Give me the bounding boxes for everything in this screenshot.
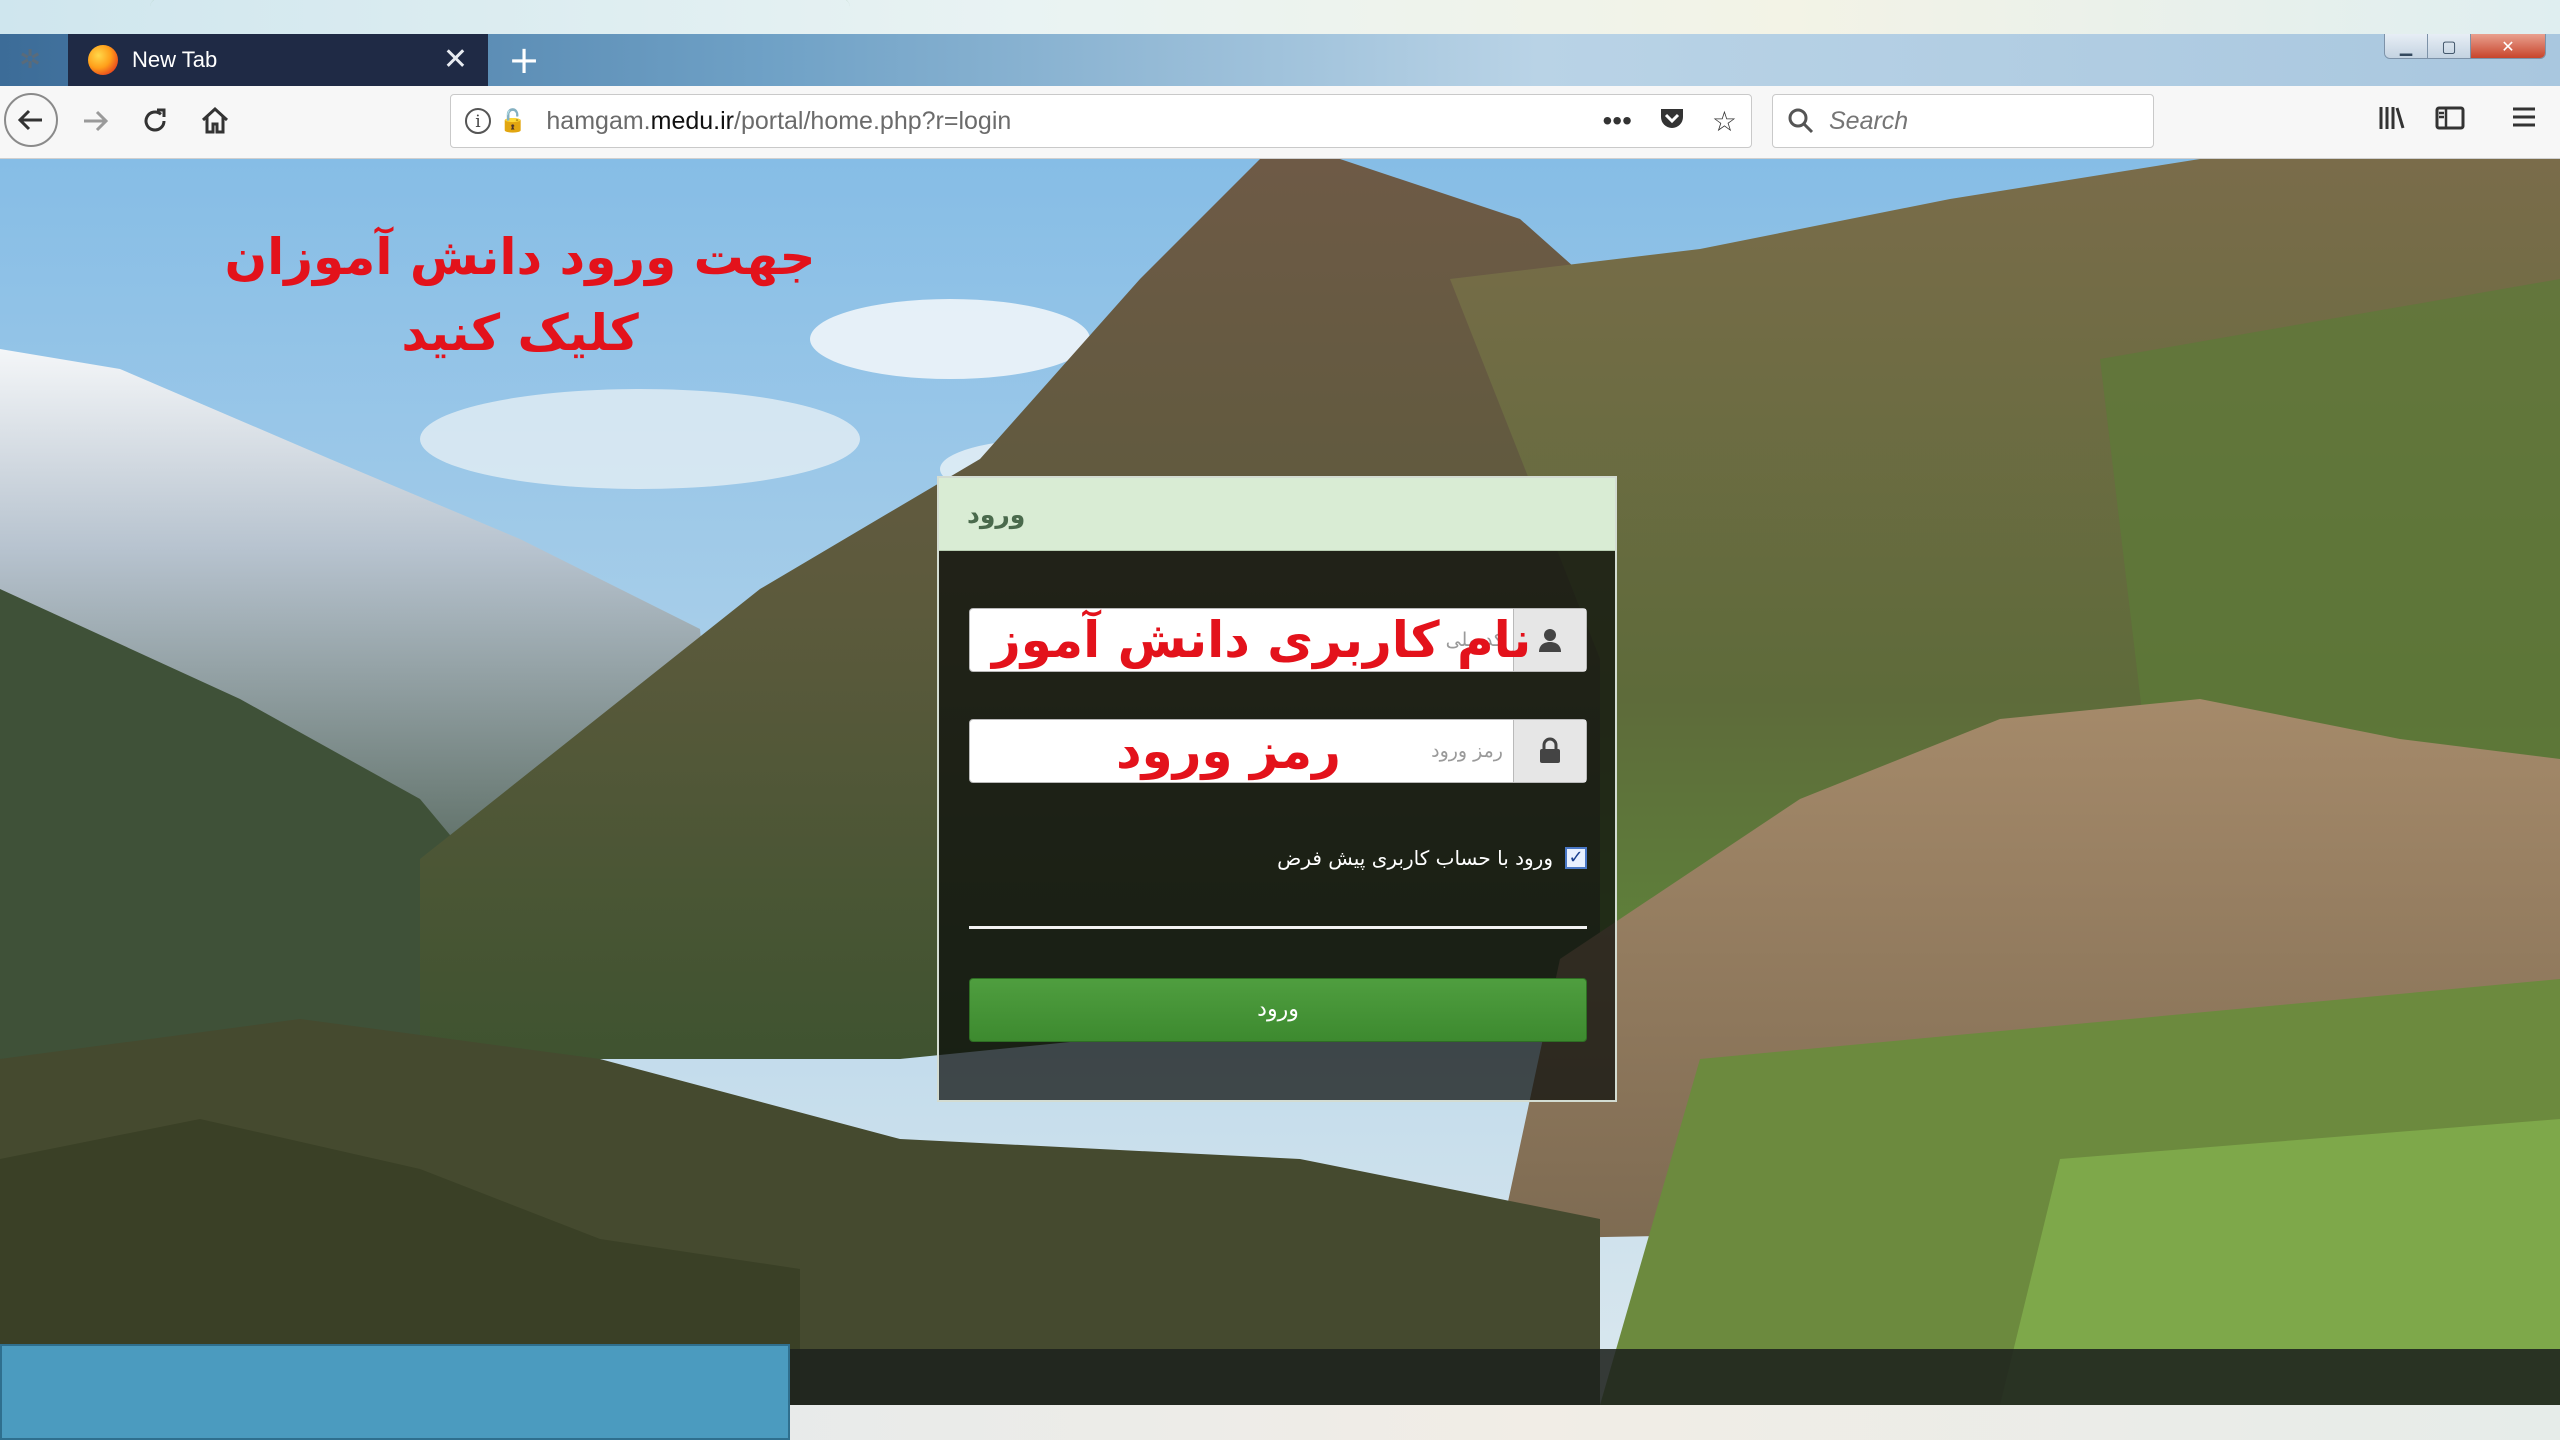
- more-icon[interactable]: •••: [1602, 105, 1631, 137]
- annotation-line-1: جهت ورود دانش آموزان: [224, 228, 816, 286]
- window-controls: ▁ ▢ ✕: [2384, 34, 2546, 59]
- remember-label: ورود با حساب کاربری پیش فرض: [1277, 846, 1553, 870]
- slide-top-strip: [0, 0, 2560, 34]
- back-icon[interactable]: [4, 93, 58, 147]
- login-panel: ورود کد ملی نام کاربری دانش آموز رمز ورو…: [937, 476, 1617, 1102]
- navigation-bar: i 🔓 hamgam.medu.ir/portal/home.php?r=log…: [0, 86, 2560, 159]
- remember-option[interactable]: ✓ ورود با حساب کاربری پیش فرض: [1277, 846, 1587, 870]
- home-icon[interactable]: [190, 96, 240, 146]
- url-path: /portal/home.php?r=login: [734, 106, 1012, 135]
- settings-icon[interactable]: ✲: [10, 42, 50, 78]
- reload-icon[interactable]: [130, 96, 180, 146]
- plus-icon[interactable]: +: [504, 40, 544, 80]
- student-login-annotation: جهت ورود دانش آموزان کلیک کنید: [180, 219, 860, 371]
- login-submit-button[interactable]: ورود: [969, 978, 1587, 1042]
- password-hint: رمز ورود: [1116, 722, 1341, 780]
- tab-bar: ✲ New Tab ✕ + ▁ ▢ ✕: [0, 34, 2560, 86]
- sidebar-icon[interactable]: [2430, 102, 2470, 142]
- pocket-icon[interactable]: [1658, 104, 1686, 139]
- username-field[interactable]: کد ملی نام کاربری دانش آموز: [969, 608, 1587, 672]
- minimize-button[interactable]: ▁: [2385, 34, 2427, 58]
- close-icon[interactable]: ✕: [443, 45, 468, 75]
- url-domain: medu.ir: [650, 106, 734, 135]
- login-header: ورود: [939, 478, 1615, 551]
- menu-icon[interactable]: [2504, 102, 2544, 142]
- insecure-lock-icon[interactable]: 🔓: [499, 108, 526, 134]
- password-field[interactable]: رمز ورود رمز ورود: [969, 719, 1587, 783]
- url-prefix: hamgam.: [546, 106, 651, 135]
- browser-tab[interactable]: New Tab ✕: [68, 34, 488, 86]
- library-icon[interactable]: [2372, 102, 2412, 142]
- slide-blue-box: [0, 1344, 790, 1440]
- forward-icon[interactable]: [70, 96, 120, 146]
- star-icon[interactable]: ☆: [1712, 105, 1737, 138]
- page-content: جهت ورود دانش آموزان کلیک کنید ورود کد م…: [0, 159, 2560, 1405]
- annotation-line-2: کلیک کنید: [401, 304, 639, 362]
- window-close-button[interactable]: ✕: [2470, 34, 2545, 58]
- info-icon[interactable]: i: [465, 108, 491, 134]
- url-text[interactable]: hamgam.medu.ir/portal/home.php?r=login: [546, 107, 1576, 136]
- search-bar[interactable]: [1772, 94, 2154, 148]
- search-input[interactable]: [1827, 105, 2131, 137]
- url-bar[interactable]: i 🔓 hamgam.medu.ir/portal/home.php?r=log…: [450, 94, 1752, 148]
- divider: [969, 926, 1587, 929]
- lock-icon: [1513, 720, 1586, 782]
- search-icon: [1788, 108, 1814, 134]
- maximize-button[interactable]: ▢: [2427, 34, 2470, 58]
- username-hint: نام کاربری دانش آموز: [992, 611, 1532, 669]
- remember-checkbox[interactable]: ✓: [1565, 847, 1587, 869]
- tab-title: New Tab: [132, 47, 218, 72]
- firefox-icon: [88, 45, 118, 75]
